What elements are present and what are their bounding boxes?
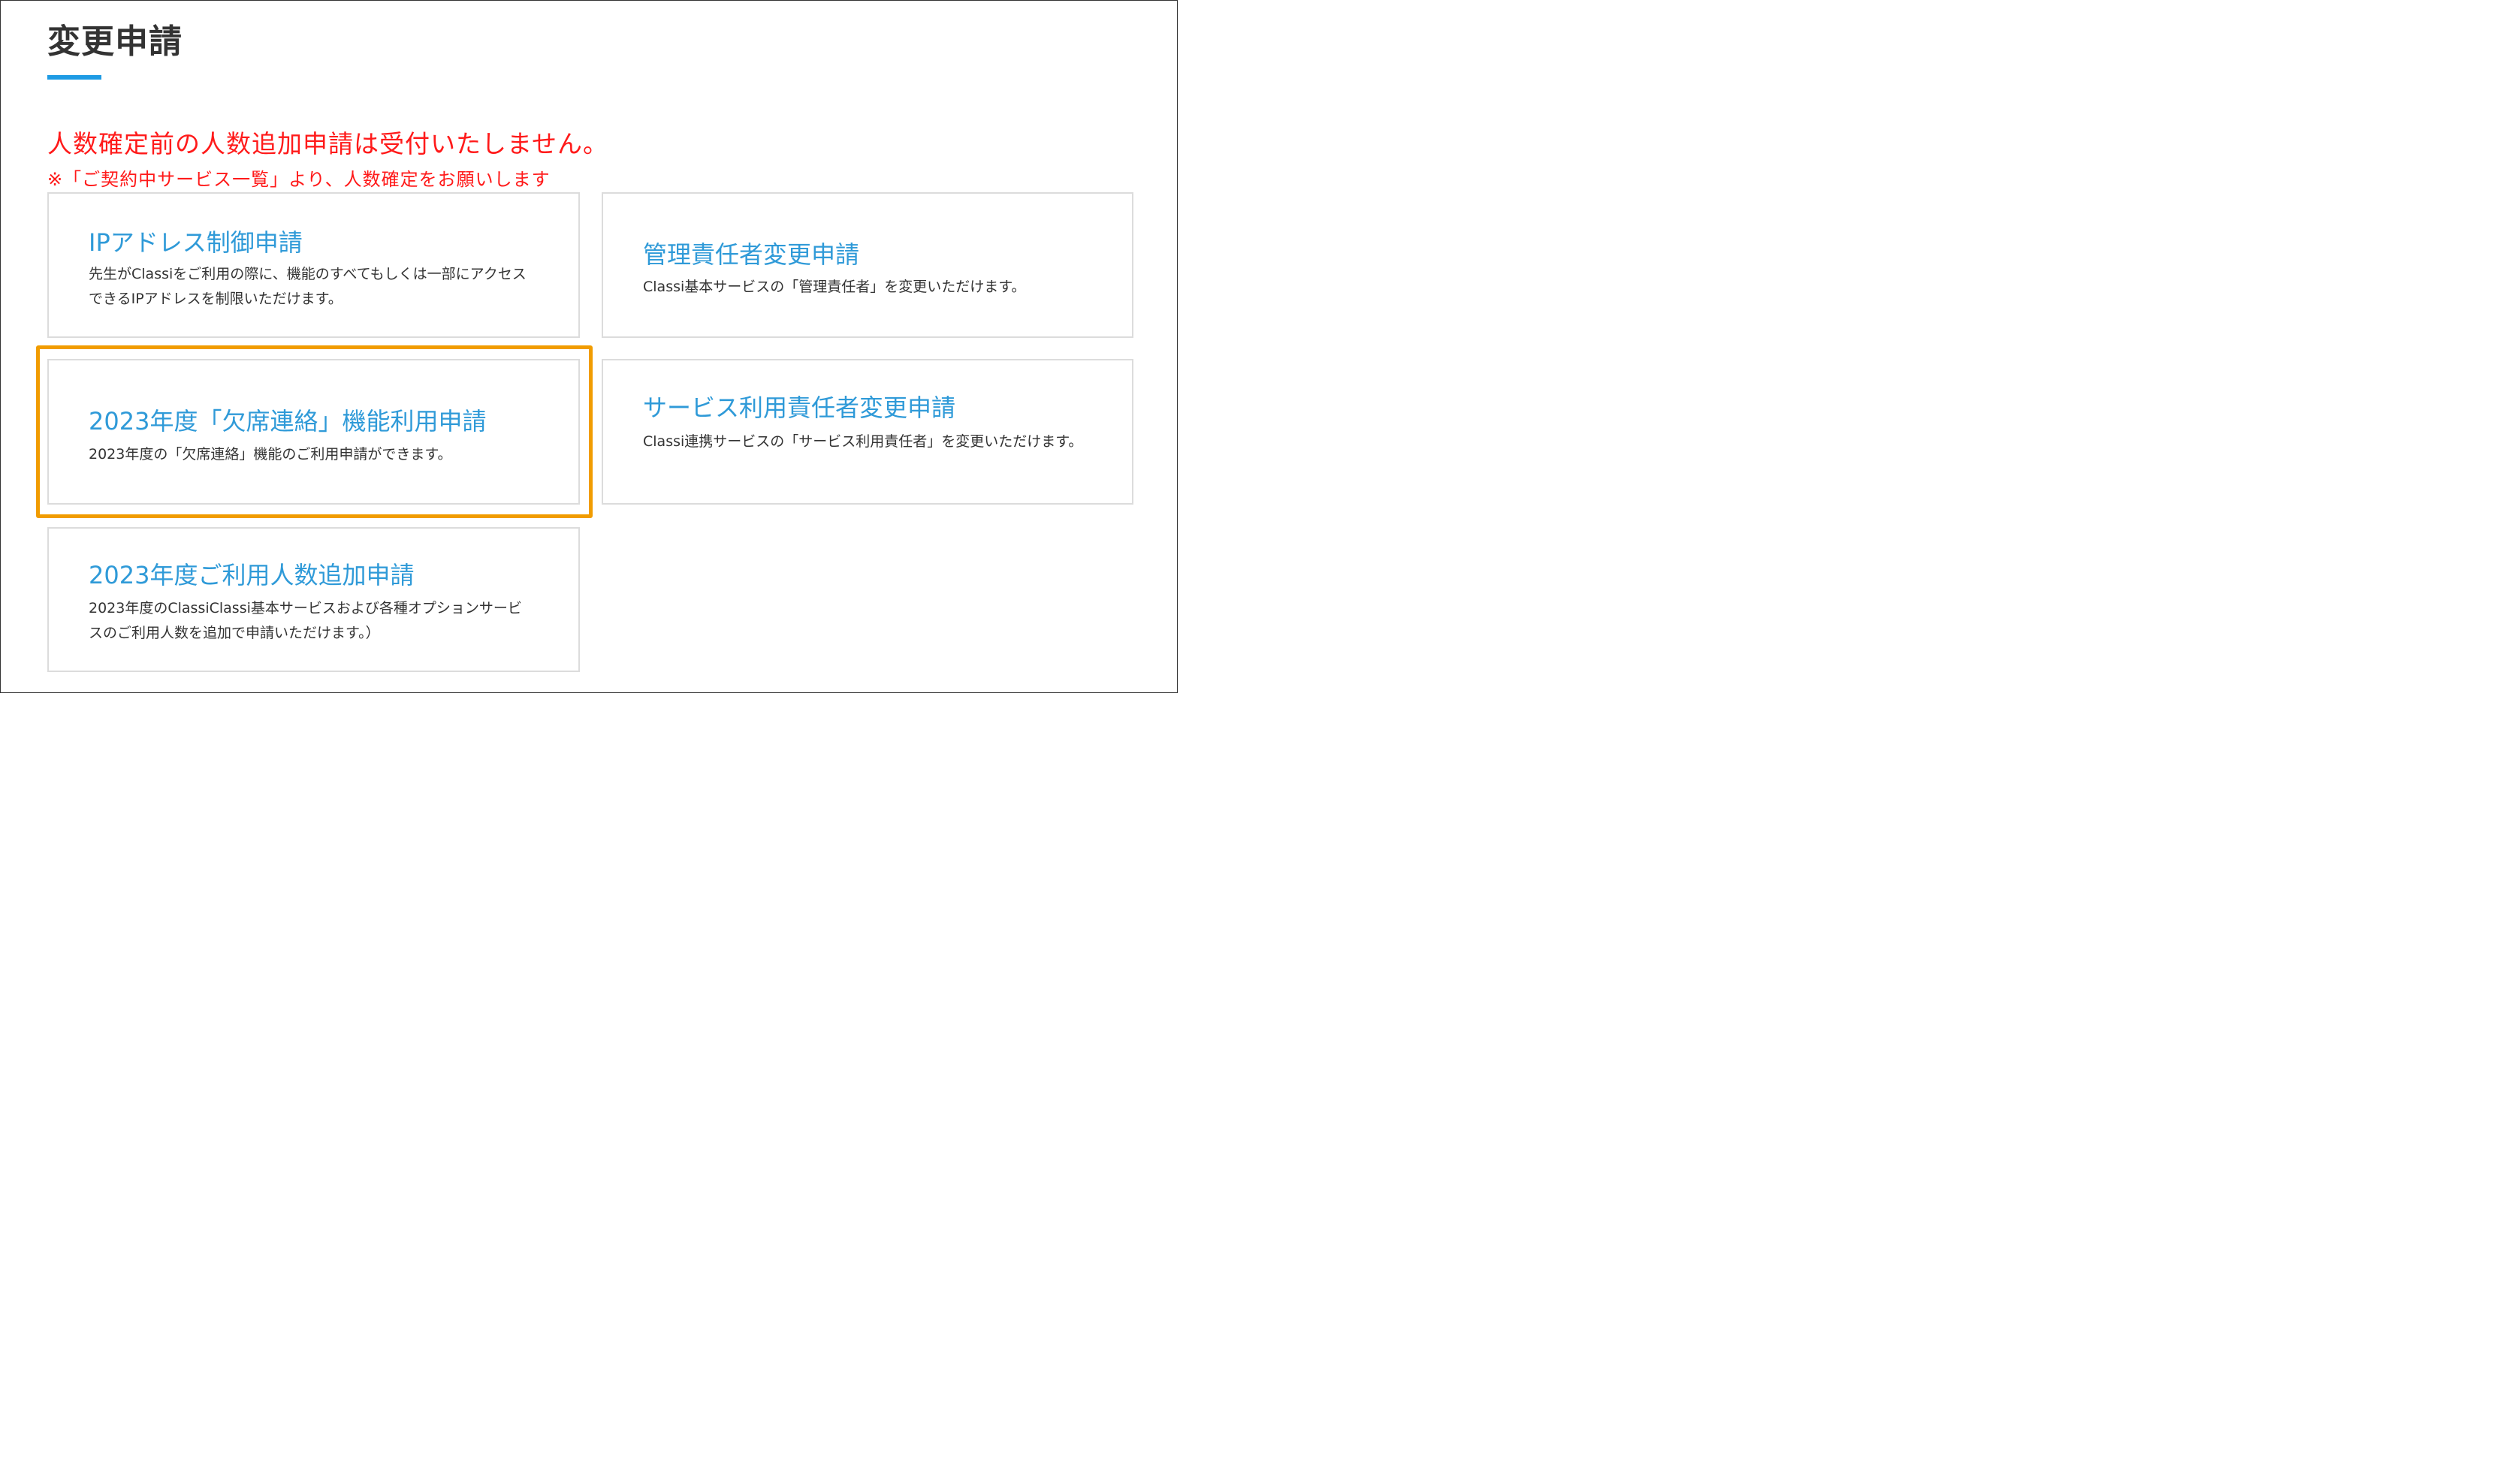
notice-sub: ※「ご契約中サービス一覧」より、人数確定をお願いします [47,169,551,190]
card-title[interactable]: サービス利用責任者変更申請 [643,389,955,423]
card-title[interactable]: 管理責任者変更申請 [643,236,859,270]
highlight-frame [36,345,593,518]
page-frame: 変更申請 人数確定前の人数追加申請は受付いたしません。 ※「ご契約中サービス一覧… [0,0,1178,693]
card-admin-change[interactable]: 管理責任者変更申請 Classi基本サービスの「管理責任者」を変更いただけます。 [602,192,1133,338]
page-title: 変更申請 [47,23,183,61]
card-description: 先生がClassiをご利用の際に、機能のすべてもしくは一部にアクセスできるIPア… [89,266,527,307]
title-underline [47,75,101,80]
card-description: Classi基本サービスの「管理責任者」を変更いただけます。 [643,279,1026,295]
card-description: Classi連携サービスの「サービス利用責任者」を変更いただけます。 [643,433,1083,450]
notice-main: 人数確定前の人数追加申請は受付いたしません。 [47,129,609,158]
card-ip-address-control[interactable]: IPアドレス制御申請 先生がClassiをご利用の際に、機能のすべてもしくは一部… [47,192,580,338]
card-user-count-addition[interactable]: 2023年度ご利用人数追加申請 2023年度のClassiClassi基本サービ… [47,527,580,672]
card-title[interactable]: IPアドレス制御申請 [89,224,303,258]
card-description: 2023年度のClassiClassi基本サービスおよび各種オプションサービスの… [89,600,522,641]
card-service-manager-change[interactable]: サービス利用責任者変更申請 Classi連携サービスの「サービス利用責任者」を変… [602,359,1133,505]
card-title[interactable]: 2023年度ご利用人数追加申請 [89,556,414,591]
